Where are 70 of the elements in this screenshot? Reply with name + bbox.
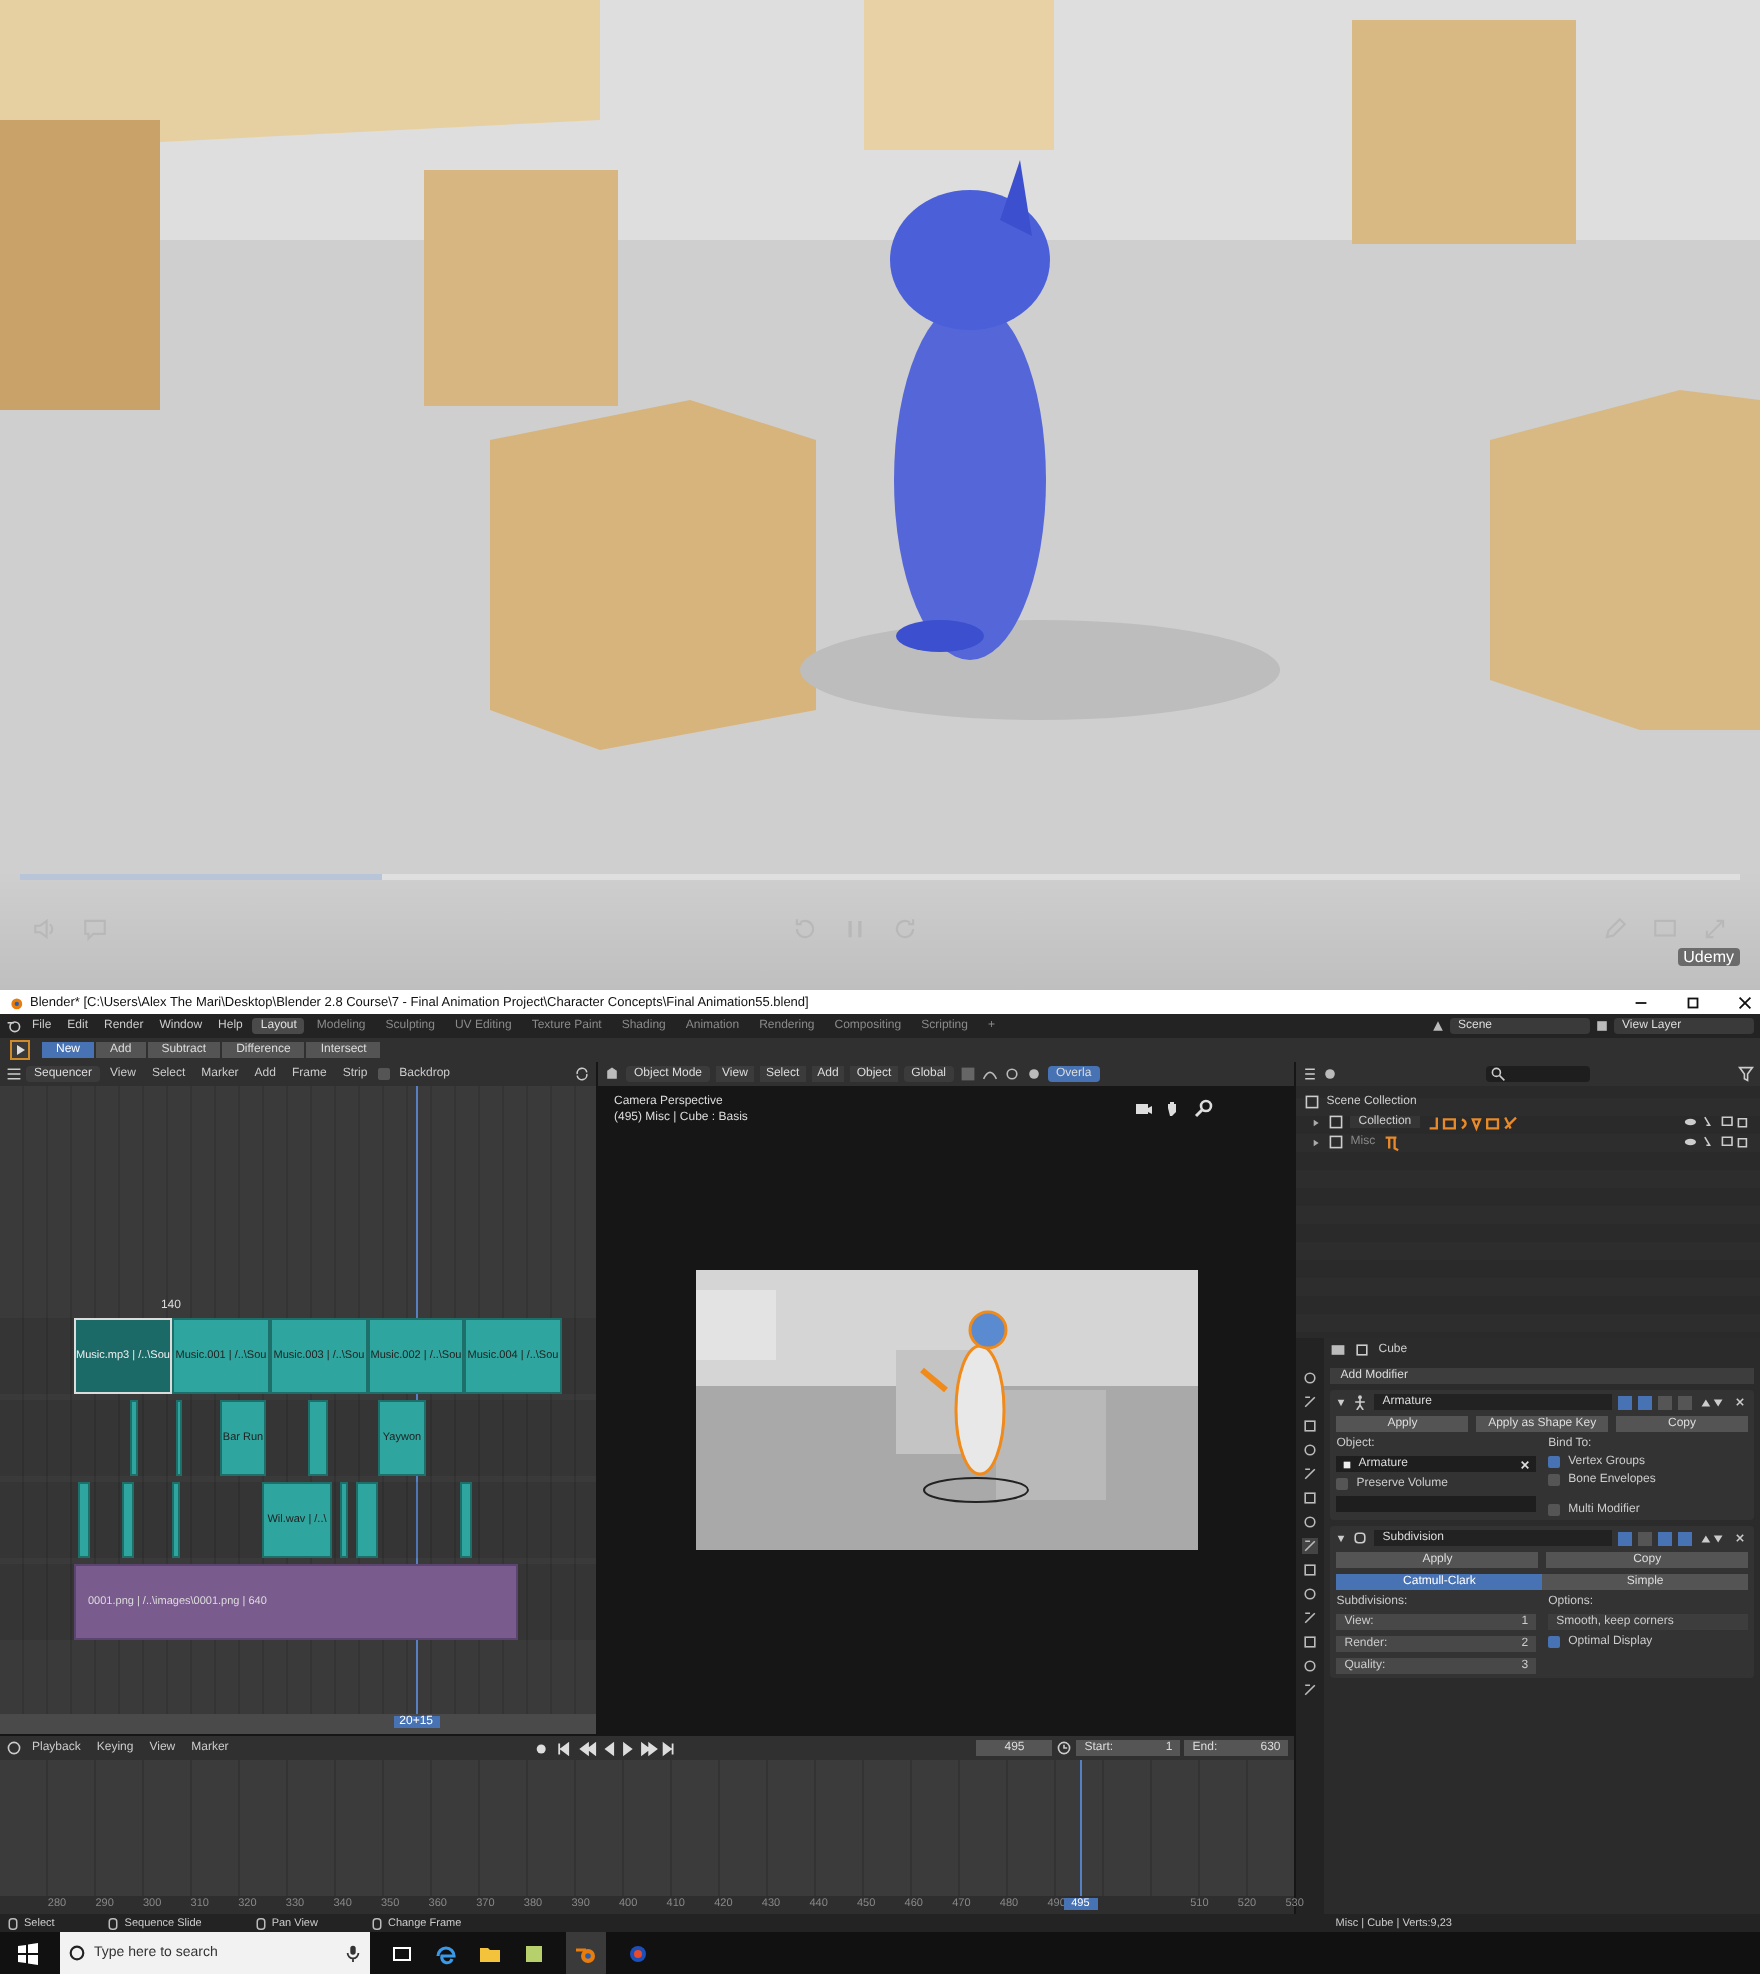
scene-icon (1430, 1018, 1446, 1034)
search-icon (1490, 1066, 1507, 1082)
display-toggle[interactable] (1638, 1395, 1652, 1409)
shading-icon[interactable] (1026, 1066, 1042, 1082)
close-icon[interactable] (1732, 1530, 1748, 1546)
editor-type-icon[interactable] (604, 1066, 620, 1082)
display-toggle[interactable] (1638, 1531, 1652, 1545)
display-toggle[interactable] (1618, 1531, 1632, 1545)
move-arrows-icon[interactable] (1698, 1395, 1726, 1409)
browser-icon[interactable] (434, 1941, 458, 1965)
checkbox[interactable] (1548, 1474, 1561, 1486)
display-toggle[interactable] (1658, 1395, 1672, 1409)
property-tab-icon[interactable] (1302, 1682, 1319, 1698)
app-icon[interactable] (626, 1941, 650, 1965)
maximize-icon[interactable] (1684, 993, 1702, 1011)
gizmo-icon[interactable] (1004, 1066, 1020, 1082)
transport-controls-drawing[interactable] (533, 1739, 678, 1757)
camera-icon[interactable] (1134, 1098, 1155, 1118)
task-view-icon[interactable] (390, 1941, 414, 1965)
display-toggle[interactable] (1678, 1531, 1692, 1545)
object-icon (1354, 1342, 1371, 1358)
display-toggle[interactable] (1658, 1531, 1672, 1545)
editor-type-icon[interactable] (1330, 1342, 1347, 1358)
notes-icon[interactable] (522, 1941, 546, 1965)
windows-start-icon[interactable] (16, 1941, 40, 1965)
search-field[interactable] (1486, 1066, 1591, 1082)
refresh-icon[interactable] (574, 1066, 590, 1082)
visibility-icons-drawing[interactable] (1680, 1114, 1752, 1130)
move-arrows-icon[interactable] (1698, 1531, 1726, 1545)
editor-type-icon[interactable] (6, 1740, 22, 1756)
editor-type-icon[interactable] (6, 1066, 22, 1082)
mouse-icon (8, 1917, 18, 1929)
checkbox[interactable] (1548, 1504, 1561, 1516)
mouse-icon (371, 1917, 382, 1929)
subdivision-icon (1352, 1530, 1369, 1546)
backdrop-checkbox[interactable] (377, 1068, 390, 1080)
close-icon[interactable] (1732, 1394, 1748, 1410)
property-tab-icon[interactable] (1302, 1610, 1319, 1626)
play-icon[interactable] (10, 1040, 30, 1060)
sequence-strip[interactable] (77, 1482, 90, 1558)
microphone-icon[interactable] (336, 1932, 370, 1974)
clear-icon[interactable] (1520, 1459, 1531, 1469)
filter-icon[interactable] (1738, 1066, 1755, 1082)
property-tab-icon[interactable] (1302, 1538, 1319, 1554)
udemy-logo: Udemy (1677, 948, 1740, 966)
collapse-arrow-icon[interactable] (1336, 1397, 1347, 1407)
blender-logo-icon[interactable] (6, 1018, 22, 1034)
armature-icon (1352, 1394, 1369, 1410)
view-layer-icon (1594, 1018, 1610, 1034)
clock-icon[interactable] (1056, 1740, 1073, 1756)
collapse-arrow-icon[interactable] (1336, 1533, 1347, 1543)
zoom-icon[interactable] (1194, 1098, 1215, 1118)
object-icon (1342, 1459, 1353, 1469)
close-icon[interactable] (1736, 993, 1754, 1011)
property-tab-icon[interactable] (1302, 1394, 1319, 1410)
editor-type-icon[interactable] (1302, 1066, 1319, 1082)
property-tab-icon[interactable] (1302, 1466, 1319, 1482)
mouse-icon (255, 1917, 266, 1929)
visibility-icons-drawing[interactable] (1680, 1134, 1752, 1150)
checkbox[interactable] (1548, 1456, 1561, 1468)
checkbox[interactable] (1336, 1478, 1349, 1490)
checkbox[interactable] (1548, 1636, 1561, 1648)
mouse-icon (108, 1917, 119, 1929)
display-toggle[interactable] (1678, 1395, 1692, 1409)
property-tab-icon[interactable] (1302, 1370, 1319, 1386)
display-toggle[interactable] (1618, 1395, 1632, 1409)
blender-logo-icon (6, 993, 24, 1011)
object-icons-drawing (1381, 1133, 1400, 1151)
display-mode-icon[interactable] (1322, 1066, 1339, 1082)
proportional-icon[interactable] (982, 1066, 998, 1082)
